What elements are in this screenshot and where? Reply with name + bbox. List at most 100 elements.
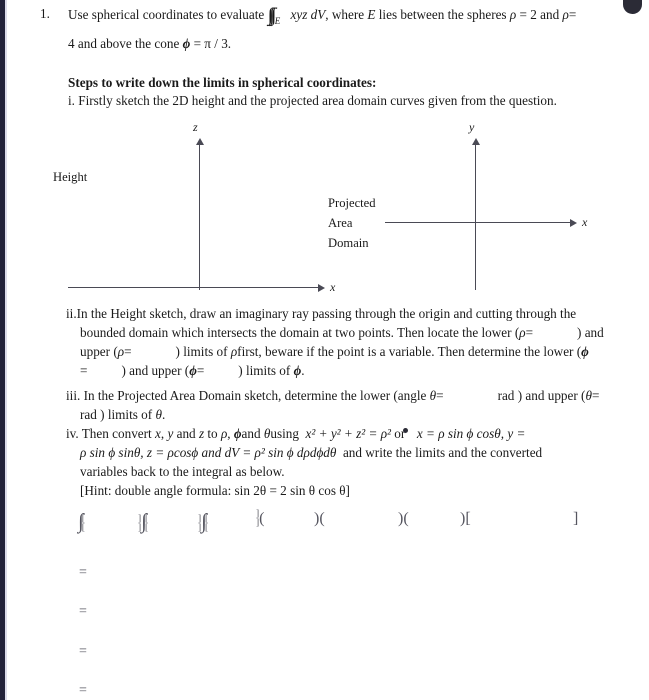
step-ii-line-4: =) and upper (ϕ=) limits of ϕ.: [80, 361, 640, 381]
step-iv-equation-1: x² + y² + z² = ρ²: [305, 426, 391, 441]
question-line-2: 4 and above the cone ϕ = π / 3.: [68, 36, 231, 52]
step-ii-close-1: ) and: [577, 325, 604, 340]
projected-sketch-x-label: x: [582, 215, 588, 229]
answer-integral-2[interactable]: ]]∫[[: [138, 509, 148, 534]
projected-sketch-caption-line1: Projected: [328, 196, 376, 210]
step-iii-line-1: iii. In the Projected Area Domain sketch…: [66, 386, 646, 406]
projected-sketch-y-label: y: [469, 120, 475, 134]
height-sketch-z-label: z: [193, 120, 198, 134]
answer-integral-3[interactable]: ]]∫[[: [198, 509, 208, 534]
step-ii-and-upper: ) and upper (: [121, 363, 190, 378]
step-iii-period: .: [161, 407, 166, 422]
step-iv-convert-text: iv. Then convert: [66, 426, 152, 441]
height-sketch-x-label: x: [330, 280, 336, 294]
projected-sketch-x-axis: [385, 222, 570, 223]
triple-integral-icon: ∫∫∫ E: [267, 5, 281, 27]
step-iv-equation-2: x = ρ sin ϕ cosθ, y =: [416, 426, 526, 441]
step-iv-var-z: z: [198, 426, 205, 441]
group-paren-open-1: (: [259, 510, 265, 527]
question-number: 1.: [40, 6, 50, 21]
step-iv-comma-2: ,: [227, 426, 231, 441]
height-sketch-x-axis-arrow-icon: [318, 284, 325, 292]
answer-group-close-bracket-open[interactable]: )[: [460, 510, 471, 528]
step-ii-eq-2: =: [124, 344, 132, 359]
step-i: i. Firstly sketch the 2D height and the …: [68, 93, 557, 108]
step-iv-comma: ,: [160, 426, 165, 441]
step-iv-line2-tail: and write the limits and the converted: [342, 445, 543, 460]
integral-subscript: E: [274, 16, 281, 27]
step-iv-line-2: ρ sin ϕ sinθ, z = ρcosϕ and dV = ρ² sin …: [80, 443, 640, 463]
question-text-a: Use spherical coordinates to evaluate: [68, 7, 265, 22]
step-iv-using: using: [270, 426, 299, 441]
integral-limits-2[interactable]: [[: [144, 515, 149, 534]
answer-integral-1[interactable]: ∫[[: [78, 509, 85, 534]
projected-sketch-caption-line3: Domain: [328, 236, 369, 250]
step-iv-hint: [Hint: double angle formula: sin 2θ = 2 …: [80, 483, 350, 498]
equals-line-2[interactable]: =: [79, 604, 87, 620]
step-iv-phi: ϕ: [233, 426, 242, 441]
step-iv-and-1: and: [176, 426, 196, 441]
step-ii-phi-upper: ϕ: [189, 363, 197, 378]
step-ii-period: .: [301, 363, 305, 378]
step-iii-text: iii. In the Projected Area Domain sketch…: [66, 388, 427, 403]
document-page: 1. Use spherical coordinates to evaluate…: [0, 0, 649, 700]
sphere-equation-1: = 2 and: [519, 7, 560, 22]
step-iv-var-y: y: [167, 426, 174, 441]
projected-sketch-y-axis-arrow-icon: [472, 138, 480, 145]
integral-lower-2: [: [144, 523, 149, 534]
step-iv-to: to: [207, 426, 218, 441]
step-ii-phi-lower: ϕ: [581, 344, 589, 359]
step-ii-line-1: ii.In the Height sketch, draw an imagina…: [66, 306, 577, 321]
steps-heading: Steps to write down the limits in spheri…: [68, 75, 377, 90]
step-iv-and-2: and: [241, 426, 261, 441]
answer-bracket-close[interactable]: ]: [573, 510, 578, 528]
sketch-zone: z x Height y x Projected Area Domain: [0, 118, 649, 298]
cone-equation: = π / 3.: [193, 36, 232, 51]
step-iv-equation-3: ρ sin ϕ sinθ, z = ρcosϕ and dV = ρ² sin …: [80, 445, 337, 460]
integrand: xyz dV: [290, 7, 326, 22]
height-sketch-z-axis-arrow-icon: [196, 138, 204, 145]
equals-line-1[interactable]: =: [79, 565, 87, 581]
step-ii-eq-1: =: [525, 325, 534, 340]
integral-lower-1: [: [81, 523, 85, 534]
answer-integral-row[interactable]: ∫[[ ]]∫[[ ]]∫[[ ]]( )( )( )[ ]: [78, 505, 618, 539]
projected-sketch-x-axis-arrow-icon: [570, 219, 577, 227]
height-sketch-caption: Height: [53, 170, 88, 184]
step-ii-line-2: bounded domain which intersects the doma…: [80, 323, 640, 343]
projected-sketch-caption-line2: Area: [328, 216, 353, 230]
step-ii-line2-text: bounded domain which intersects the doma…: [80, 325, 520, 340]
question-block: 1. Use spherical coordinates to evaluate…: [40, 4, 640, 29]
sphere-equation-2: =: [568, 7, 577, 22]
step-ii-eq-4: =: [196, 363, 205, 378]
step-iii-eq-1: =: [436, 388, 444, 403]
answer-group-close-open-2[interactable]: )(: [314, 510, 325, 528]
integral-limits-3[interactable]: [[: [204, 515, 209, 534]
height-sketch-z-axis: [199, 145, 200, 290]
question-line2-text: 4 and above the cone: [68, 36, 180, 51]
step-ii-upper-text: upper (: [80, 344, 118, 359]
document-content: 1. Use spherical coordinates to evaluate…: [0, 0, 649, 700]
region-symbol: E: [367, 7, 376, 22]
step-iv-line-1: iv. Then convert x, y and z to ρ, ϕand θ…: [66, 424, 648, 444]
projected-sketch-y-axis: [475, 145, 476, 290]
phi-symbol-cone: ϕ: [182, 36, 191, 51]
step-iii-line-2: rad ) limits of θ.: [80, 405, 640, 425]
step-ii-eq-3: =: [80, 363, 88, 378]
step-iii-rad-upper: rad ) and upper (: [497, 388, 586, 403]
step-ii-line-3: upper (ρ=) limits of ρfirst, beware if t…: [80, 342, 640, 362]
question-text-b: , where: [325, 7, 365, 22]
question-text-c: lies between the spheres: [378, 7, 507, 22]
answer-group-close-open-3[interactable]: )(: [398, 510, 409, 528]
answer-group-open-1[interactable]: ]](: [256, 510, 265, 529]
step-iii-eq-2: =: [591, 388, 600, 403]
step-ii-limits-phi: ) limits of: [238, 363, 291, 378]
equals-line-4[interactable]: =: [79, 683, 87, 699]
integral-limits-1[interactable]: [[: [81, 515, 85, 534]
step-iii-line2-text: rad ) limits of: [80, 407, 153, 422]
cursor-artifact-icon: [403, 428, 409, 433]
step-ii-line3-rest: first, beware if the point is a variable…: [237, 344, 582, 359]
question-line-1: Use spherical coordinates to evaluate ∫∫…: [68, 4, 640, 29]
rho-symbol-1: ρ: [509, 7, 517, 22]
equals-line-3[interactable]: =: [79, 644, 87, 660]
integral-lower-3: [: [204, 523, 209, 534]
